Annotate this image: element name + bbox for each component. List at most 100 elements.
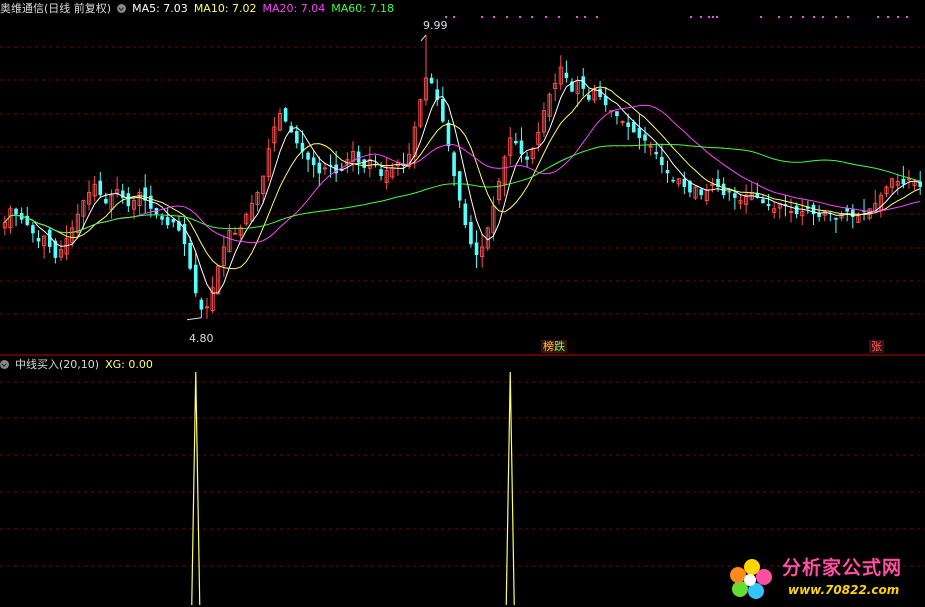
top-marker-dot (506, 16, 508, 18)
ma5-legend: MA5: 7.03 (132, 2, 188, 15)
top-marker-dot (716, 16, 718, 18)
top-marker-dots (445, 16, 908, 18)
candle-body-down (643, 134, 647, 141)
event-tag-zhang[interactable]: 张 (869, 340, 884, 353)
candle-body-down (598, 88, 602, 98)
candle-body-down (654, 152, 659, 155)
top-marker-dot (778, 16, 780, 18)
top-marker-dot (584, 16, 586, 18)
top-marker-dot (453, 16, 455, 18)
settings-toggle-icon[interactable] (117, 4, 127, 13)
top-marker-dot (835, 16, 837, 18)
candle-body-down (525, 156, 529, 160)
top-marker-dot (847, 16, 849, 18)
candle-body-down (98, 180, 103, 196)
flower-logo-icon (730, 559, 772, 599)
indicator-toggle-icon[interactable] (0, 360, 9, 369)
candle-body-down (626, 122, 630, 127)
candle-body-down (457, 171, 462, 201)
candle-body-down (851, 209, 855, 217)
candle-body-down (441, 99, 445, 122)
candle-body-down (356, 151, 361, 163)
top-marker-dot (445, 16, 447, 18)
event-tag-bangdie[interactable]: 榜跌 (541, 340, 567, 353)
candle-body-down (379, 169, 383, 177)
low-price-label: 4.80 (189, 332, 214, 345)
xg-signal-line (191, 371, 515, 606)
top-marker-dot (802, 16, 804, 18)
candle-body-down (188, 242, 192, 269)
candle-body-down (761, 199, 765, 204)
top-marker-dot (531, 16, 533, 18)
high-price-label: 9.99 (423, 19, 448, 32)
candle-body-down (514, 140, 518, 144)
high-pointer (420, 34, 427, 42)
candle-body-down (306, 152, 310, 160)
candle-body-down (637, 127, 642, 138)
top-marker-dot (519, 16, 521, 18)
candle-body-down (31, 225, 35, 234)
stock-title: 奥维通信(日线 前复权) (0, 2, 112, 15)
candle-body-down (665, 170, 670, 174)
top-marker-dot (481, 16, 483, 18)
candle-body-down (14, 208, 18, 215)
candle-body-down (193, 264, 198, 294)
indicator-grid (0, 381, 925, 567)
watermark-logo: 分析家公式网 www.70822.com (726, 553, 921, 605)
candle-body-down (766, 203, 771, 207)
xg-signal-spike (191, 371, 201, 606)
candle-body-down (469, 221, 473, 245)
candle-body-down (733, 193, 737, 198)
top-marker-dot (712, 16, 714, 18)
tag-die-text: 跌 (554, 340, 565, 353)
ma5-line (4, 79, 921, 294)
candle-body-down (463, 203, 468, 226)
top-marker-dot (897, 16, 899, 18)
ma60-line (4, 143, 921, 234)
candle-body-down (474, 242, 479, 256)
top-marker-dot (576, 16, 578, 18)
candle-body-down (429, 77, 434, 84)
candle-body-down (794, 205, 799, 215)
top-marker-dot (822, 16, 824, 18)
top-marker-dot (545, 16, 547, 18)
top-marker-dot (906, 16, 908, 18)
top-marker-dot (690, 16, 692, 18)
candle-body-down (519, 140, 524, 155)
ma10-legend: MA10: 7.02 (193, 2, 257, 15)
candle-body-down (165, 217, 170, 226)
candle-body-down (160, 216, 164, 220)
indicator-title: 中线买入(20,10) (15, 358, 100, 371)
candle-body-down (727, 191, 732, 193)
top-marker-dot (790, 16, 792, 18)
top-marker-dot (700, 16, 702, 18)
candle-body-down (564, 72, 569, 78)
top-marker-dot (877, 16, 879, 18)
candle-body-down (104, 198, 108, 204)
candle-body-down (126, 193, 131, 207)
watermark-url: www.70822.com (788, 583, 900, 597)
candle-body-down (317, 162, 322, 174)
candle-body-down (660, 156, 664, 166)
ma20-line (4, 104, 921, 244)
low-pointer (186, 317, 202, 321)
xg-signal-spike (505, 371, 515, 606)
candle-body-down (699, 189, 703, 196)
candle-body-down (817, 213, 821, 217)
indicator-header: 中线买入(20,10) XG: 0.00 (0, 358, 159, 372)
top-marker-dot (558, 16, 560, 18)
ma20-legend: MA20: 7.04 (262, 2, 326, 15)
candle-body-down (615, 111, 619, 117)
candle-body-down (311, 157, 316, 166)
top-marker-dot (596, 16, 598, 18)
candle-body-down (901, 178, 906, 185)
main-chart-header: 奥维通信(日线 前复权) MA5: 7.03 MA10: 7.02 MA20: 7.0… (0, 2, 400, 16)
candlestick-series (2, 34, 922, 321)
ma60-legend: MA60: 7.18 (331, 2, 394, 15)
candle-body-down (671, 179, 675, 182)
candle-body-down (283, 108, 288, 122)
chart-canvas[interactable] (0, 0, 925, 607)
candle-body-down (36, 237, 41, 242)
top-marker-dot (760, 16, 762, 18)
candle-body-down (362, 159, 367, 168)
